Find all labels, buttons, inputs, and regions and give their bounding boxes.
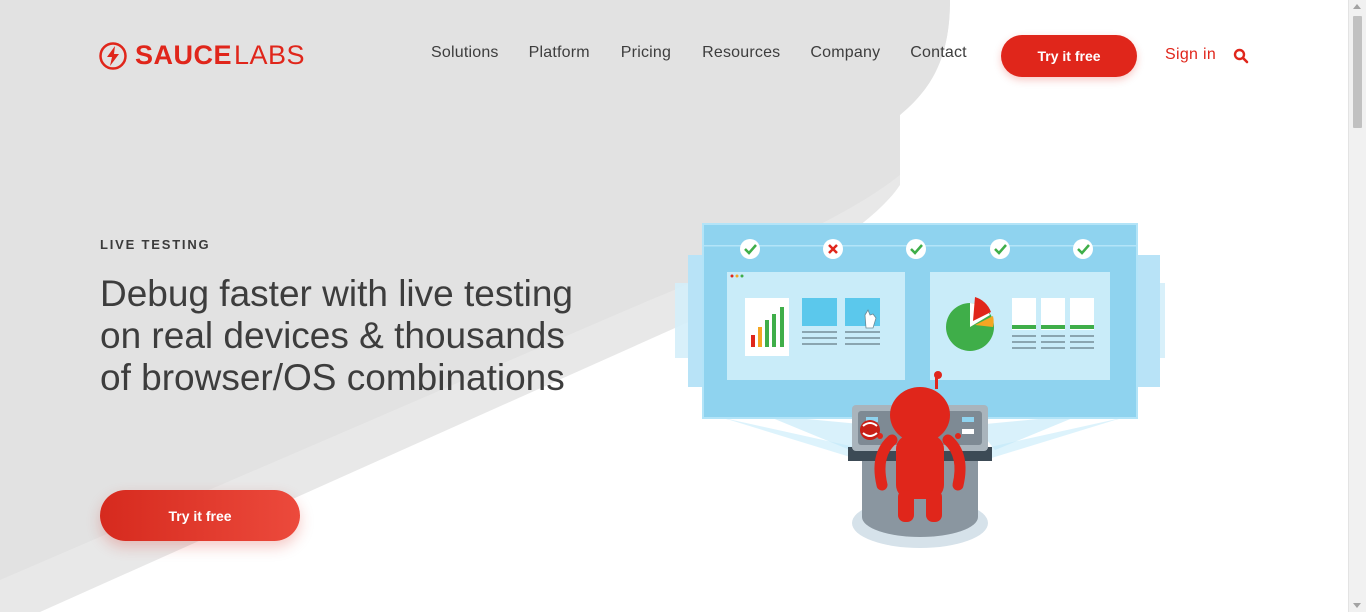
nav-company[interactable]: Company [810, 44, 880, 62]
scrollbar-thumb[interactable] [1353, 16, 1362, 128]
logo-wordmark-bold: SAUCE [135, 40, 233, 70]
search-icon[interactable] [1233, 48, 1249, 64]
sauce-bolt-icon [99, 41, 127, 70]
scroll-up-arrow-icon[interactable] [1353, 4, 1361, 9]
nav-contact[interactable]: Contact [910, 44, 967, 62]
nav-resources[interactable]: Resources [702, 44, 780, 62]
try-it-free-hero-button[interactable]: Try it free [100, 490, 300, 541]
nav-pricing[interactable]: Pricing [621, 44, 671, 62]
page-scrollbar[interactable] [1348, 0, 1366, 612]
site-header: SAUCELABS Solutions Platform Pricing Res… [0, 0, 1348, 112]
nav-solutions[interactable]: Solutions [431, 44, 499, 62]
status-check-icon [740, 239, 760, 259]
status-fail-icon [823, 239, 843, 259]
sign-in-link[interactable]: Sign in [1165, 46, 1216, 64]
status-check-icon [990, 239, 1010, 259]
nav-platform[interactable]: Platform [529, 44, 590, 62]
saucelabs-logo[interactable]: SAUCELABS [99, 40, 305, 71]
status-check-icon [1073, 239, 1093, 259]
logo-wordmark-light: LABS [234, 40, 306, 70]
main-nav: Solutions Platform Pricing Resources Com… [431, 44, 967, 62]
try-it-free-header-button[interactable]: Try it free [1001, 35, 1137, 77]
logo-wordmark: SAUCELABS [135, 40, 305, 71]
live-testing-illustration [675, 223, 1165, 548]
hero-headline: Debug faster with live testing on real d… [100, 273, 574, 398]
status-check-icon [906, 239, 926, 259]
scroll-down-arrow-icon[interactable] [1353, 603, 1361, 608]
section-eyebrow: LIVE TESTING [100, 237, 211, 252]
